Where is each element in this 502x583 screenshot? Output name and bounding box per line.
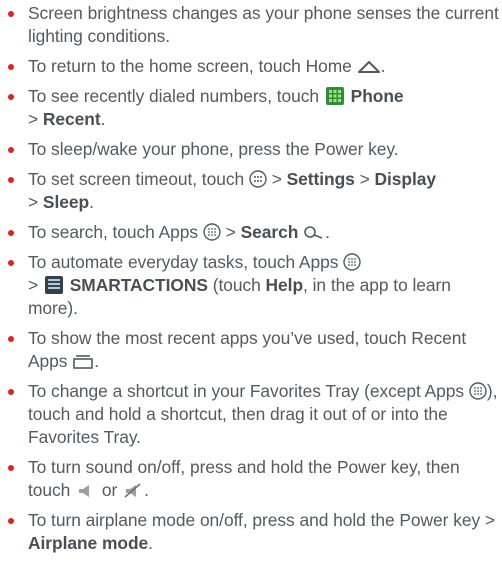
tip-text: To search, touch Apps bbox=[28, 222, 199, 242]
period: . bbox=[144, 480, 149, 500]
tip-text: To show the most recent apps you’ve used… bbox=[28, 328, 467, 371]
bullet bbox=[8, 465, 14, 471]
airplane-mode-label: Airplane mode bbox=[28, 533, 149, 553]
home-icon bbox=[357, 61, 380, 73]
arrow: > bbox=[28, 109, 39, 129]
tip-item: To return to the home screen, touch Home… bbox=[0, 55, 502, 78]
tip-item: To set screen timeout, touch > Settings … bbox=[0, 168, 502, 214]
tip-item: To sleep/wake your phone, press the Powe… bbox=[0, 138, 502, 161]
arrow: > bbox=[359, 169, 370, 189]
tip-text: To return to the home screen, touch Home bbox=[28, 56, 352, 76]
apps-icon bbox=[343, 253, 361, 271]
tip-item: To turn airplane mode on/off, press and … bbox=[0, 509, 502, 555]
tip-text: To change a shortcut in your Favorites T… bbox=[28, 381, 465, 401]
tip-text: (touch bbox=[212, 275, 261, 295]
apps-icon bbox=[469, 382, 487, 400]
tip-item: To see recently dialed numbers, touch Ph… bbox=[0, 85, 502, 131]
recent-label: Recent bbox=[42, 109, 101, 129]
bullet bbox=[8, 147, 14, 153]
phone-label: Phone bbox=[350, 86, 404, 106]
bullet bbox=[8, 94, 14, 100]
phone-app-icon bbox=[325, 87, 344, 105]
arrow: > bbox=[271, 169, 282, 189]
bullet bbox=[8, 336, 14, 342]
tip-text: Screen brightness changes as your phone … bbox=[28, 3, 499, 46]
tip-text: To sleep/wake your phone, press the Powe… bbox=[28, 139, 399, 159]
bullet bbox=[8, 518, 14, 524]
period: . bbox=[100, 109, 106, 129]
tip-item: To automate everyday tasks, touch Apps >… bbox=[0, 251, 502, 320]
arrow: > bbox=[225, 222, 236, 242]
bullet bbox=[8, 177, 14, 183]
period: . bbox=[148, 533, 153, 553]
tip-text: To turn airplane mode on/off, press and … bbox=[28, 510, 495, 530]
tip-item: To change a shortcut in your Favorites T… bbox=[0, 380, 502, 449]
sleep-label: Sleep bbox=[42, 192, 90, 212]
apps-icon bbox=[203, 223, 221, 241]
search-icon bbox=[304, 226, 323, 239]
bullet bbox=[8, 389, 14, 395]
period: . bbox=[89, 192, 94, 212]
bullet bbox=[8, 11, 14, 17]
bullet bbox=[8, 260, 14, 266]
tip-item: To turn sound on/off, press and hold the… bbox=[0, 456, 502, 502]
bullet bbox=[8, 230, 14, 236]
recent-apps-icon bbox=[73, 355, 94, 369]
arrow: > bbox=[28, 275, 39, 295]
search-label: Search bbox=[240, 222, 299, 242]
volume-off-icon bbox=[124, 483, 141, 498]
tips-list: Screen brightness changes as your phone … bbox=[0, 0, 502, 562]
settings-label: Settings bbox=[286, 169, 355, 189]
tip-text: To set screen timeout, touch bbox=[28, 169, 245, 189]
smartactions-app-icon bbox=[44, 276, 63, 294]
bullet bbox=[8, 64, 14, 70]
tip-item: To show the most recent apps you’ve used… bbox=[0, 327, 502, 373]
tip-text: To see recently dialed numbers, touch bbox=[28, 86, 320, 106]
volume-on-icon bbox=[79, 485, 90, 497]
display-label: Display bbox=[374, 169, 437, 189]
tip-text: or bbox=[101, 480, 118, 500]
menu-icon bbox=[249, 170, 267, 188]
smartactions-label: SMARTACTIONS bbox=[69, 275, 208, 295]
tip-item: Screen brightness changes as your phone … bbox=[0, 2, 502, 48]
tip-item: To search, touch Apps > Search . bbox=[0, 221, 502, 244]
help-label: Help bbox=[265, 275, 304, 295]
arrow: > bbox=[28, 192, 39, 212]
tip-text: To automate everyday tasks, touch Apps bbox=[28, 252, 339, 272]
